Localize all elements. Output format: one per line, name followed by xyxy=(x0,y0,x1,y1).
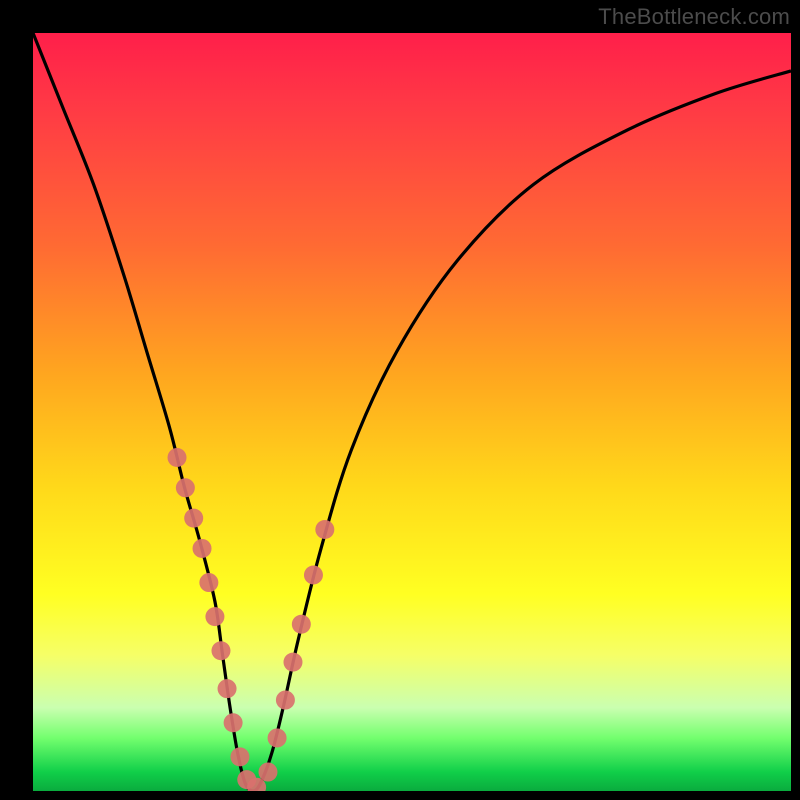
highlight-point xyxy=(315,520,334,539)
highlight-point xyxy=(224,713,243,732)
curve-layer xyxy=(33,33,791,791)
highlight-point xyxy=(193,539,212,558)
highlight-point xyxy=(258,763,277,782)
plot-area xyxy=(33,33,791,791)
watermark-text: TheBottleneck.com xyxy=(598,4,790,30)
highlight-point xyxy=(304,565,323,584)
highlight-point xyxy=(184,509,203,528)
highlight-point xyxy=(211,641,230,660)
chart-frame: TheBottleneck.com xyxy=(0,0,800,800)
highlight-points xyxy=(168,448,335,791)
highlight-point xyxy=(205,607,224,626)
highlight-point xyxy=(230,747,249,766)
highlight-point xyxy=(268,728,287,747)
highlight-point xyxy=(276,691,295,710)
highlight-point xyxy=(218,679,237,698)
highlight-point xyxy=(199,573,218,592)
highlight-point xyxy=(176,478,195,497)
highlight-point xyxy=(168,448,187,467)
bottleneck-curve xyxy=(33,33,791,791)
bottleneck-curve-path xyxy=(33,33,791,791)
highlight-point xyxy=(283,653,302,672)
highlight-point xyxy=(292,615,311,634)
